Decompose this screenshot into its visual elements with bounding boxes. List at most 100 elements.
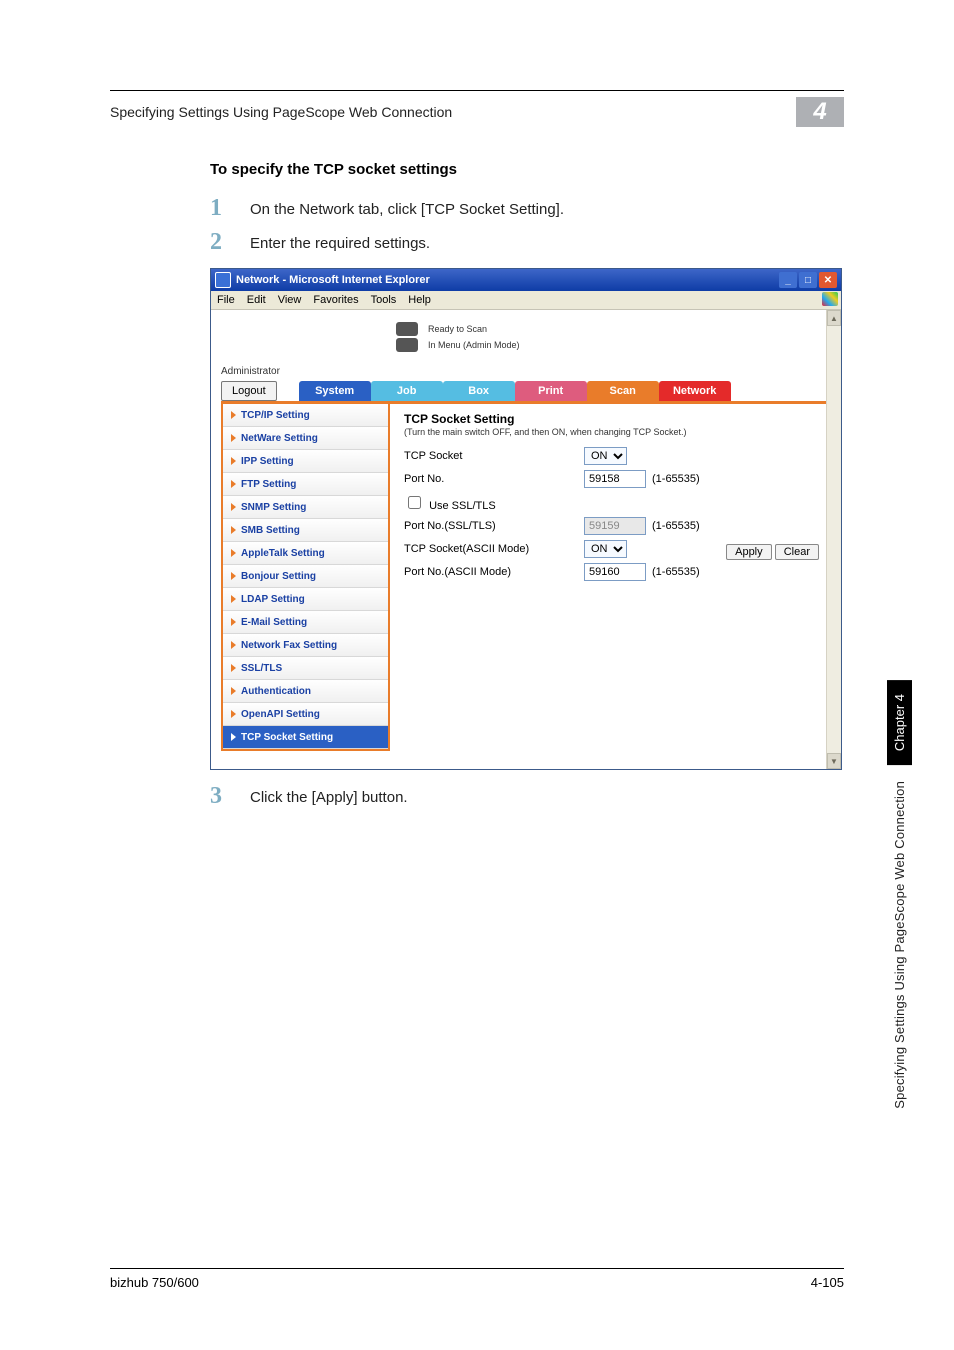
sidebar-item-label: E-Mail Setting	[241, 617, 307, 628]
sidebar-item-label: TCP Socket Setting	[241, 732, 333, 743]
input-port-no[interactable]	[584, 470, 646, 488]
device-icon	[396, 338, 418, 352]
ie-icon	[215, 272, 231, 288]
apply-button[interactable]: Apply	[726, 544, 772, 560]
clear-button[interactable]: Clear	[775, 544, 819, 560]
sidebar-item-email[interactable]: E-Mail Setting	[223, 611, 388, 634]
select-tcp-socket[interactable]: ON	[584, 447, 627, 465]
sidebar-item-label: SNMP Setting	[241, 502, 306, 513]
label-use-ssl: Use SSL/TLS	[429, 500, 496, 512]
sidebar-item-label: IPP Setting	[241, 456, 294, 467]
window-minimize-button[interactable]: _	[779, 272, 797, 288]
sidebar-item-smb[interactable]: SMB Setting	[223, 519, 388, 542]
range-label: (1-65535)	[652, 566, 700, 578]
chevron-right-icon	[231, 480, 236, 488]
sidebar-item-label: Network Fax Setting	[241, 640, 337, 651]
sidebar-item-label: LDAP Setting	[241, 594, 305, 605]
form-note: (Turn the main switch OFF, and then ON, …	[404, 427, 817, 437]
range-label: (1-65535)	[652, 473, 700, 485]
input-port-no-ssl	[584, 517, 646, 535]
scroll-down-icon[interactable]: ▼	[827, 753, 841, 769]
tab-scan[interactable]: Scan	[587, 381, 659, 401]
input-port-no-ascii[interactable]	[584, 563, 646, 581]
menu-tools[interactable]: Tools	[371, 294, 397, 306]
sidebar-item-ftp[interactable]: FTP Setting	[223, 473, 388, 496]
step-number-1: 1	[210, 196, 232, 220]
sidebar-item-ipp[interactable]: IPP Setting	[223, 450, 388, 473]
tab-system[interactable]: System	[299, 381, 371, 401]
menu-file[interactable]: File	[217, 294, 235, 306]
step-text-2: Enter the required settings.	[250, 230, 430, 252]
sidebar-item-snmp[interactable]: SNMP Setting	[223, 496, 388, 519]
window-titlebar: Network - Microsoft Internet Explorer _ …	[211, 269, 841, 291]
sidebar-item-label: SSL/TLS	[241, 663, 282, 674]
sidebar-item-label: FTP Setting	[241, 479, 296, 490]
administrator-label: Administrator	[221, 366, 831, 377]
sidebar-item-label: OpenAPI Setting	[241, 709, 320, 720]
sidebar-item-label: Bonjour Setting	[241, 571, 316, 582]
sidebar-item-networkfax[interactable]: Network Fax Setting	[223, 634, 388, 657]
sidebar-item-ssltls[interactable]: SSL/TLS	[223, 657, 388, 680]
window-maximize-button[interactable]: □	[799, 272, 817, 288]
sidebar: TCP/IP Setting NetWare Setting IPP Setti…	[221, 404, 390, 751]
step-text-1: On the Network tab, click [TCP Socket Se…	[250, 196, 564, 218]
sidebar-item-tcpip[interactable]: TCP/IP Setting	[223, 404, 388, 427]
chevron-right-icon	[231, 664, 236, 672]
label-port-no-ascii: Port No.(ASCII Mode)	[404, 566, 584, 578]
footer-page-number: 4-105	[811, 1275, 844, 1290]
menu-edit[interactable]: Edit	[247, 294, 266, 306]
tab-print[interactable]: Print	[515, 381, 587, 401]
select-tcp-ascii[interactable]: ON	[584, 540, 627, 558]
step-text-3: Click the [Apply] button.	[250, 784, 408, 806]
chevron-right-icon	[231, 549, 236, 557]
sidebar-item-bonjour[interactable]: Bonjour Setting	[223, 565, 388, 588]
sidebar-item-ldap[interactable]: LDAP Setting	[223, 588, 388, 611]
chevron-right-icon	[231, 687, 236, 695]
scroll-up-icon[interactable]: ▲	[827, 310, 841, 326]
side-vertical-text: Specifying Settings Using PageScope Web …	[892, 781, 907, 1109]
tab-job[interactable]: Job	[371, 381, 443, 401]
sidebar-item-label: TCP/IP Setting	[241, 410, 310, 421]
sidebar-item-tcpsocket[interactable]: TCP Socket Setting	[223, 726, 388, 749]
window-title: Network - Microsoft Internet Explorer	[236, 274, 779, 286]
device-icon	[396, 322, 418, 336]
tab-network[interactable]: Network	[659, 381, 731, 401]
chevron-right-icon	[231, 457, 236, 465]
menu-view[interactable]: View	[278, 294, 302, 306]
chevron-right-icon	[231, 434, 236, 442]
chevron-right-icon	[231, 595, 236, 603]
step-number-2: 2	[210, 230, 232, 254]
sidebar-item-label: NetWare Setting	[241, 433, 318, 444]
chevron-right-icon	[231, 733, 236, 741]
checkbox-use-ssl[interactable]	[408, 496, 421, 509]
logout-button[interactable]: Logout	[221, 381, 277, 401]
status-line-2: In Menu (Admin Mode)	[428, 340, 520, 351]
step-number-3: 3	[210, 784, 232, 808]
sidebar-item-label: AppleTalk Setting	[241, 548, 325, 559]
sidebar-item-appletalk[interactable]: AppleTalk Setting	[223, 542, 388, 565]
section-heading: To specify the TCP socket settings	[210, 161, 844, 178]
chevron-right-icon	[231, 503, 236, 511]
sidebar-item-openapi[interactable]: OpenAPI Setting	[223, 703, 388, 726]
form-title: TCP Socket Setting	[404, 412, 817, 426]
ie-menubar: File Edit View Favorites Tools Help	[211, 291, 841, 310]
range-label: (1-65535)	[652, 520, 700, 532]
menu-favorites[interactable]: Favorites	[313, 294, 358, 306]
label-tcp-socket: TCP Socket	[404, 450, 584, 462]
chevron-right-icon	[231, 572, 236, 580]
side-chapter-badge: Chapter 4	[887, 680, 912, 765]
window-close-button[interactable]: ✕	[819, 272, 837, 288]
sidebar-item-auth[interactable]: Authentication	[223, 680, 388, 703]
sidebar-item-netware[interactable]: NetWare Setting	[223, 427, 388, 450]
tab-box[interactable]: Box	[443, 381, 515, 401]
footer-model: bizhub 750/600	[110, 1275, 199, 1290]
label-port-no: Port No.	[404, 473, 584, 485]
label-port-no-ssl: Port No.(SSL/TLS)	[404, 520, 584, 532]
chapter-number-box: 4	[796, 97, 844, 127]
form-area: TCP Socket Setting (Turn the main switch…	[390, 404, 831, 751]
chevron-right-icon	[231, 710, 236, 718]
sidebar-item-label: SMB Setting	[241, 525, 300, 536]
chevron-right-icon	[231, 526, 236, 534]
menu-help[interactable]: Help	[408, 294, 431, 306]
page-header-title: Specifying Settings Using PageScope Web …	[110, 104, 786, 120]
